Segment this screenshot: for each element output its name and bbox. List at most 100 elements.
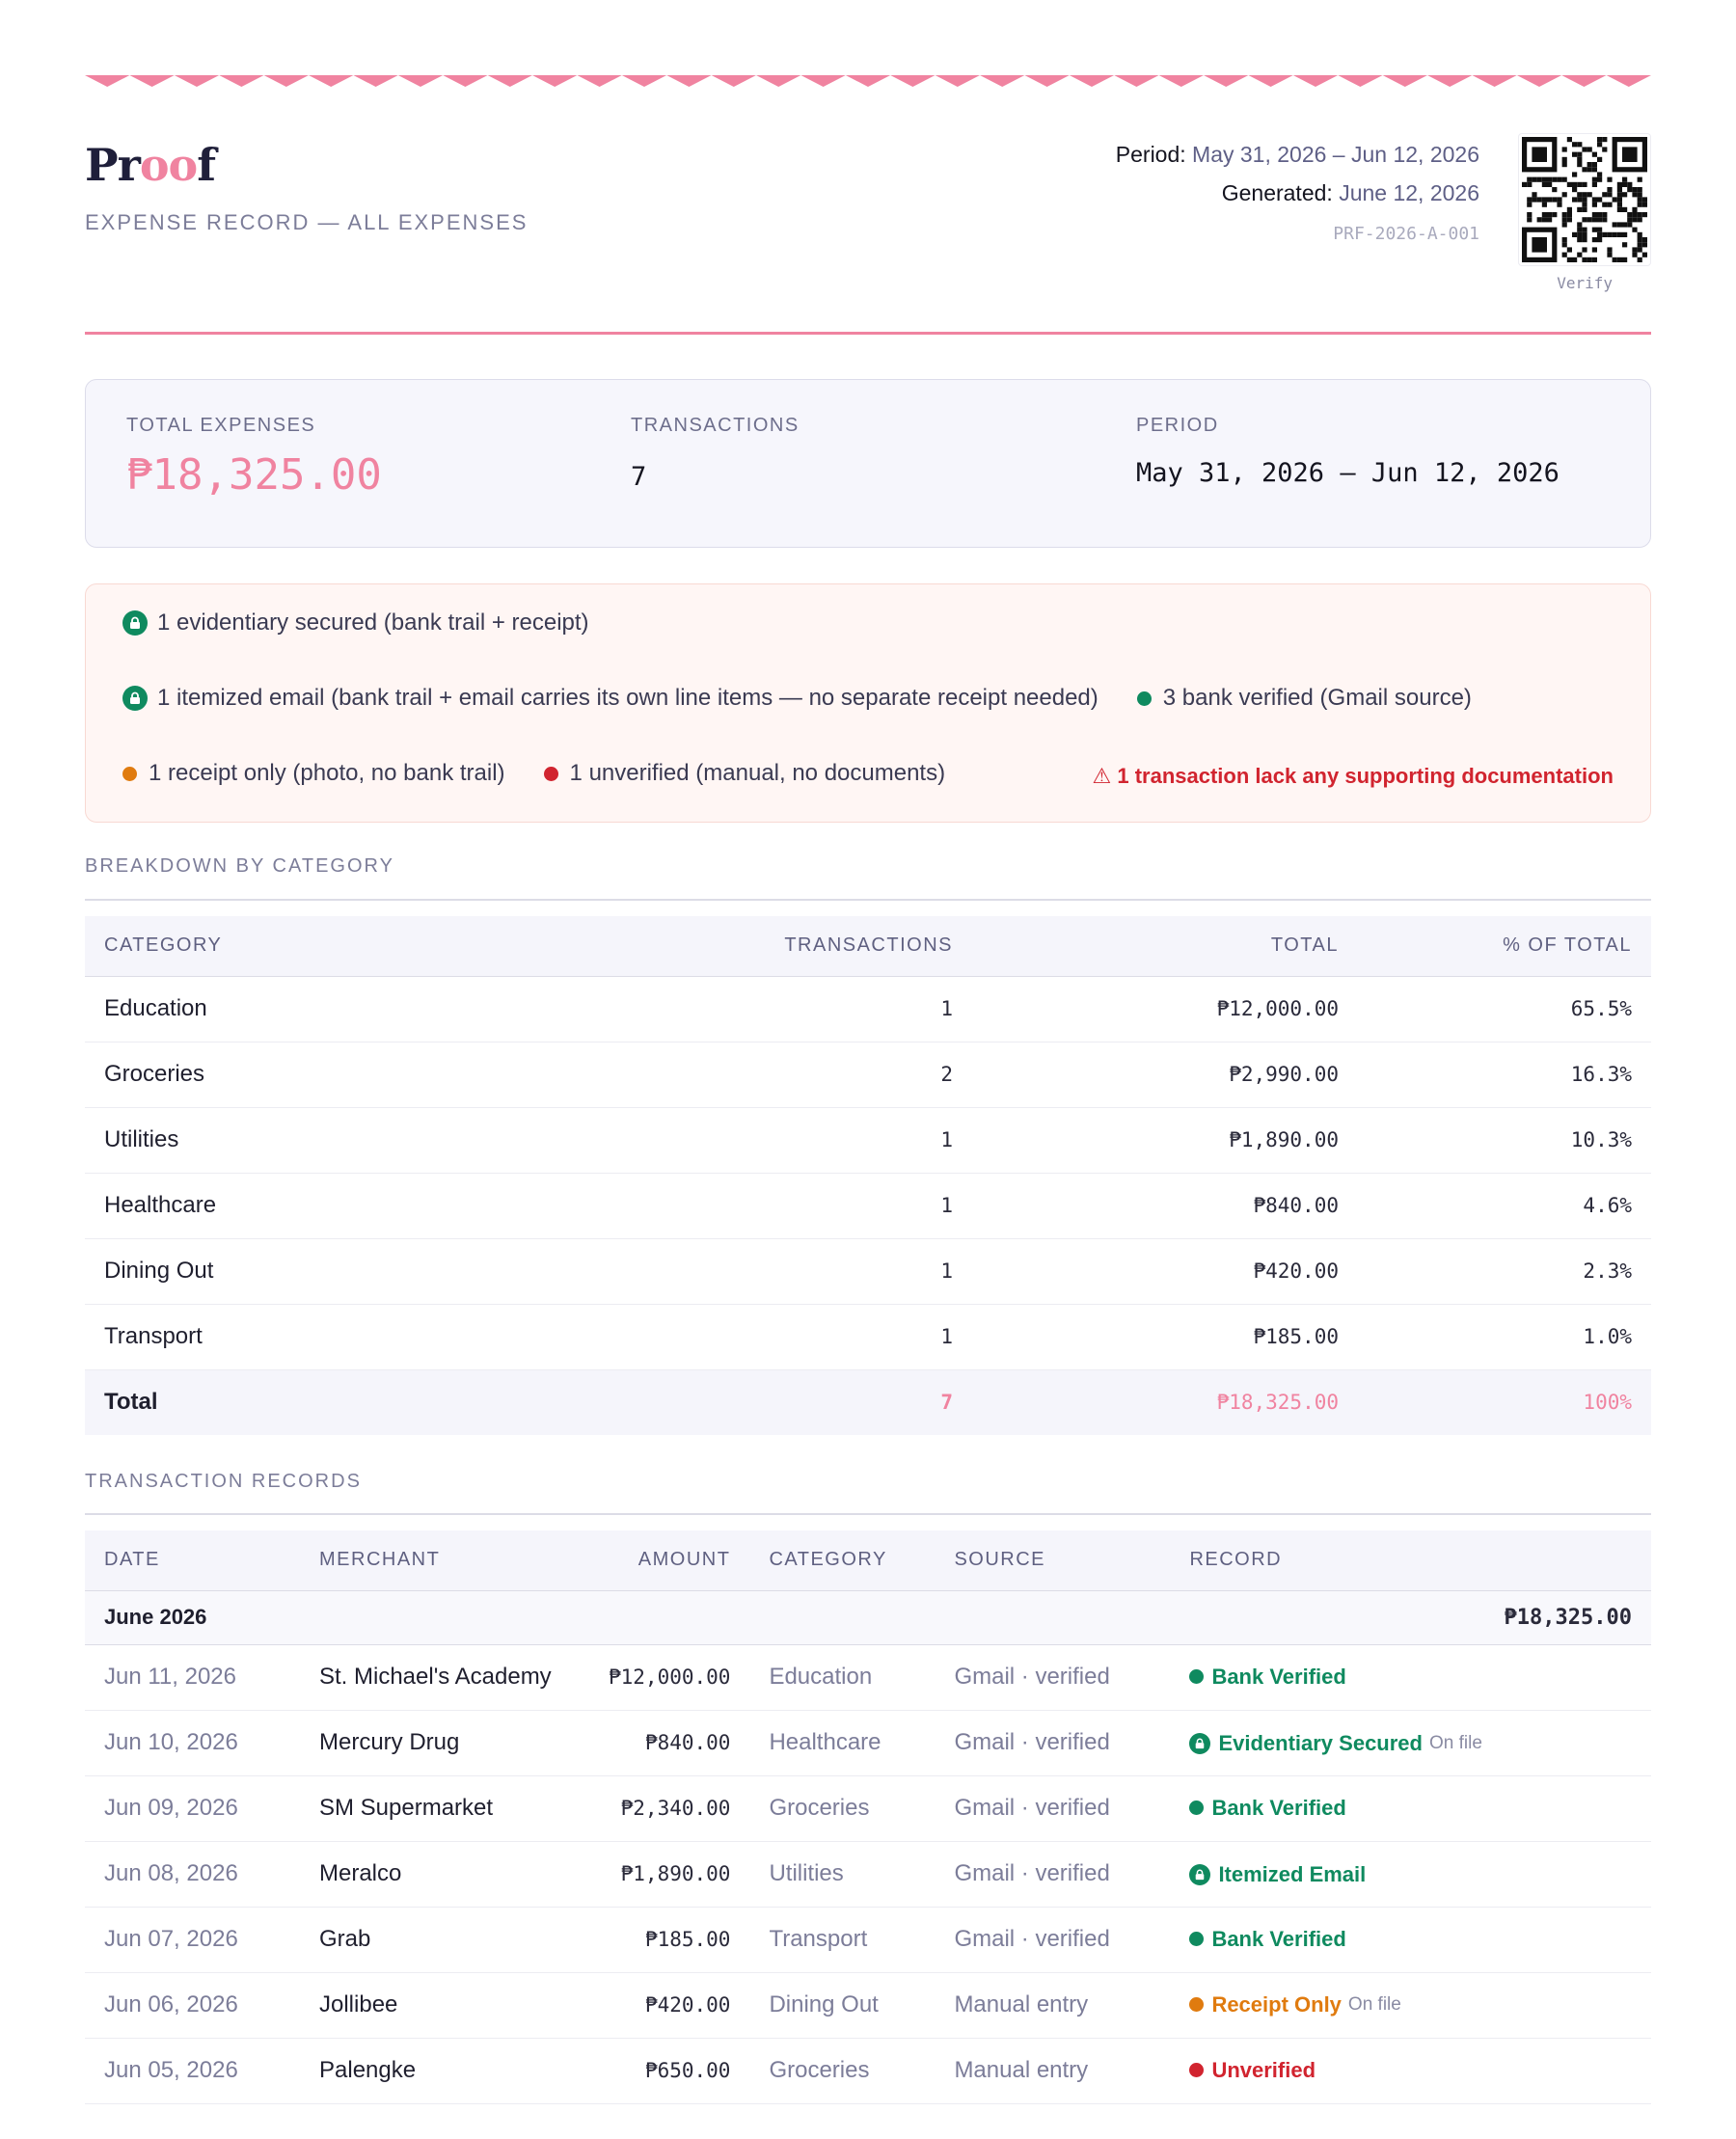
column-header-category[interactable]: CATEGORY	[749, 1530, 936, 1591]
column-header-source[interactable]: SOURCE	[935, 1530, 1171, 1591]
record-status-label: Receipt Only	[1211, 1991, 1342, 2017]
record-date: Jun 07, 2026	[85, 1907, 300, 1973]
column-header-category[interactable]: CATEGORY	[85, 916, 683, 977]
period-label: Period:	[1115, 142, 1186, 167]
table-row[interactable]: Jun 06, 2026 Jollibee ₱420.00 Dining Out Man…	[85, 1972, 1651, 2039]
verification-status-panel: 1 evidentiary secured (bank trail + rece…	[85, 583, 1651, 823]
table-row: Healthcare 1 ₱840.00 4.6%	[85, 1173, 1651, 1239]
table-header-row: DATE MERCHANT AMOUNT CATEGORY SOURCE REC…	[85, 1530, 1651, 1591]
column-header-amount[interactable]: AMOUNT	[589, 1530, 750, 1591]
lock-icon	[1189, 1733, 1211, 1754]
table-row[interactable]: Jun 09, 2026 SM Supermarket ₱2,340.00 Groce…	[85, 1775, 1651, 1842]
lock-icon	[122, 686, 148, 711]
status-receipt-unverified: 1 receipt only (photo, no bank trail) 1 …	[122, 760, 945, 787]
category-count: 1	[683, 1173, 972, 1239]
table-row[interactable]: Jun 08, 2026 Meralco ₱1,890.00 Utilities Gma…	[85, 1841, 1651, 1908]
record-status: Unverified	[1170, 2038, 1651, 2104]
record-date: Jun 09, 2026	[85, 1775, 300, 1842]
total-expenses-label: TOTAL EXPENSES	[126, 415, 316, 436]
record-amount: ₱420.00	[589, 1972, 750, 2039]
column-header-merchant[interactable]: MERCHANT	[300, 1530, 589, 1591]
table-row: Education 1 ₱12,000.00 65.5%	[85, 976, 1651, 1042]
transactions-label: TRANSACTIONS	[631, 415, 800, 436]
summary-total: TOTAL EXPENSES ₱18,325.00	[126, 415, 382, 500]
category-percent: 2.3%	[1358, 1238, 1651, 1305]
record-merchant: Jollibee	[300, 1972, 589, 2039]
record-source: Manual entry	[935, 2038, 1171, 2104]
breakdown-divider	[85, 899, 1651, 901]
records-title: TRANSACTION RECORDS	[85, 1471, 362, 1492]
record-category: Utilities	[749, 1841, 936, 1908]
status-dot-icon	[1189, 1997, 1205, 2012]
status-evidentiary: 1 evidentiary secured (bank trail + rece…	[122, 609, 589, 636]
column-header-record[interactable]: RECORD	[1170, 1530, 1651, 1591]
lock-icon	[122, 610, 148, 636]
category-percent: 4.6%	[1358, 1173, 1651, 1239]
record-date: Jun 06, 2026	[85, 1972, 300, 2039]
record-note: On file	[1347, 1993, 1401, 2015]
table-row[interactable]: Jun 10, 2026 Mercury Drug ₱840.00 Healthcar…	[85, 1710, 1651, 1776]
brand-logo: Proof	[85, 139, 216, 191]
record-merchant: SM Supermarket	[300, 1775, 589, 1842]
record-status-label: Bank Verified	[1211, 1926, 1346, 1951]
record-source: Gmail · verified	[935, 1841, 1171, 1908]
qr-code-icon[interactable]	[1518, 133, 1651, 266]
table-row[interactable]: Jun 07, 2026 Grab ₱185.00 Transport Gmail · …	[85, 1907, 1651, 1973]
report-meta: Period: May 31, 2026 – Jun 12, 2026 Gene…	[1116, 135, 1479, 212]
category-total: ₱420.00	[972, 1238, 1358, 1305]
record-status-label: Bank Verified	[1211, 1795, 1346, 1820]
record-source: Manual entry	[935, 1972, 1171, 2039]
lock-icon	[1189, 1864, 1211, 1885]
record-category: Dining Out	[749, 1972, 936, 2039]
record-merchant: Grab	[300, 1907, 589, 1973]
record-note: On file	[1428, 1733, 1482, 1753]
category-name: Healthcare	[85, 1173, 683, 1239]
table-row[interactable]: Jun 11, 2026 St. Michael's Academy ₱12,000…	[85, 1644, 1651, 1711]
table-row: Dining Out 1 ₱420.00 2.3%	[85, 1238, 1651, 1305]
record-date: Jun 08, 2026	[85, 1841, 300, 1908]
record-date: Jun 05, 2026	[85, 2038, 300, 2104]
category-percent: 1.0%	[1358, 1304, 1651, 1370]
status-dot-icon	[1189, 1801, 1205, 1815]
record-amount: ₱840.00	[589, 1710, 750, 1776]
category-count: 1	[683, 976, 972, 1042]
category-percent: 16.3%	[1358, 1042, 1651, 1108]
status-dot-icon	[1189, 1669, 1205, 1684]
total-row: Total 7 ₱18,325.00 100%	[85, 1369, 1651, 1435]
column-header-percent[interactable]: % OF TOTAL	[1358, 916, 1651, 977]
report-header: Proof EXPENSE RECORD — ALL EXPENSES Peri…	[85, 125, 1651, 338]
record-amount: ₱1,890.00	[589, 1841, 750, 1908]
status-dot-icon	[122, 766, 137, 781]
column-header-total[interactable]: TOTAL	[972, 916, 1358, 977]
record-source: Gmail · verified	[935, 1710, 1171, 1776]
record-amount: ₱650.00	[589, 2038, 750, 2104]
category-name: Transport	[85, 1304, 683, 1370]
generated-label: Generated:	[1221, 180, 1333, 205]
record-status-badge: Bank Verified	[1189, 1665, 1346, 1690]
record-status-badge: Bank Verified	[1189, 1795, 1346, 1821]
record-status-label: Unverified	[1211, 2057, 1316, 2082]
missing-documentation-warning: ⚠ 1 transaction lack any supporting docu…	[1092, 764, 1614, 788]
record-amount: ₱185.00	[589, 1907, 750, 1973]
record-source: Gmail · verified	[935, 1775, 1171, 1842]
column-header-transactions[interactable]: TRANSACTIONS	[683, 916, 972, 977]
record-status-badge: Bank Verified	[1189, 1926, 1346, 1952]
verify-link[interactable]: Verify	[1557, 274, 1613, 292]
table-row[interactable]: Jun 05, 2026 Palengke ₱650.00 Groceries Manu…	[85, 2038, 1651, 2104]
status-dot-icon	[1189, 1932, 1205, 1946]
summary-card: TOTAL EXPENSES ₱18,325.00 TRANSACTIONS 7…	[85, 379, 1651, 548]
record-amount: ₱12,000.00	[589, 1644, 750, 1711]
record-status: Evidentiary Secured On file	[1170, 1710, 1651, 1776]
summary-transactions: TRANSACTIONS 7	[631, 415, 800, 492]
records-divider	[85, 1513, 1651, 1515]
category-name: Dining Out	[85, 1238, 683, 1305]
total-amount: ₱18,325.00	[972, 1369, 1358, 1435]
record-category: Healthcare	[749, 1710, 936, 1776]
category-percent: 65.5%	[1358, 976, 1651, 1042]
table-row: Groceries 2 ₱2,990.00 16.3%	[85, 1042, 1651, 1108]
period-value: May 31, 2026 – Jun 12, 2026	[1192, 142, 1479, 167]
column-header-date[interactable]: DATE	[85, 1530, 300, 1591]
status-dot-icon	[1189, 2063, 1205, 2077]
table-row: Transport 1 ₱185.00 1.0%	[85, 1304, 1651, 1370]
category-name: Education	[85, 976, 683, 1042]
